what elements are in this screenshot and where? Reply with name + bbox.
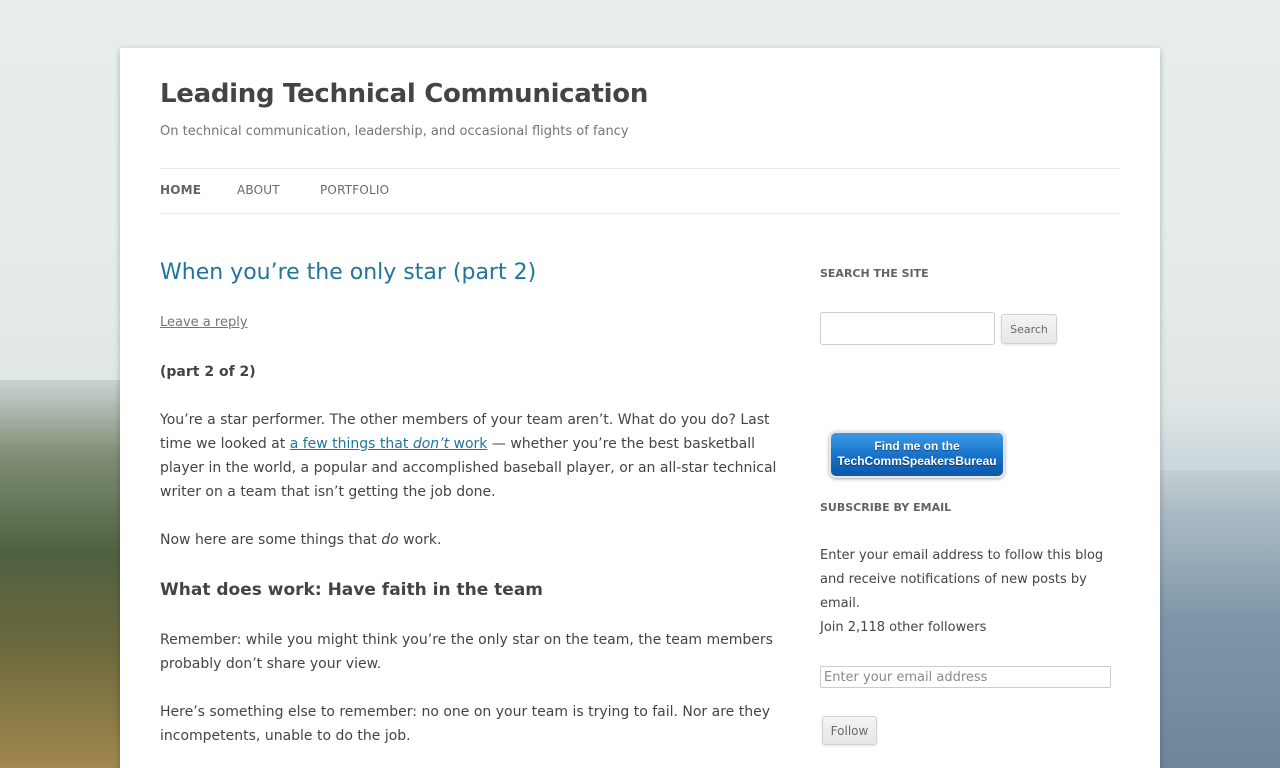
speakers-bureau-badge[interactable]: Find me on the TechCommSpeakersBureau [829, 431, 1005, 478]
post-title[interactable]: When you’re the only star (part 2) [160, 260, 536, 285]
post-paragraph-3: Remember: while you might think you’re t… [160, 632, 773, 672]
nav-item-home[interactable]: Home [160, 183, 201, 197]
site-title[interactable]: Leading Technical Communication [160, 79, 648, 109]
few-things-link-emphasis: don’t [412, 436, 450, 452]
search-input[interactable] [820, 312, 995, 345]
badge-line-1: Find me on the [874, 439, 960, 453]
few-things-link[interactable]: a few things that don’t work [290, 436, 488, 452]
post-content: (part 2 of 2) You’re a star performer. T… [160, 360, 784, 768]
nav-item-about[interactable]: About [237, 183, 280, 197]
subscribe-widget-title: Subscribe by email [820, 501, 952, 514]
post-paragraph-4: Here’s something else to remember: no on… [160, 704, 770, 744]
post-section-heading: What does work: Have faith in the team [160, 580, 544, 600]
email-field[interactable] [820, 666, 1111, 688]
background-hills [0, 380, 130, 768]
background-sea [1150, 470, 1280, 768]
subscribe-description: Enter your email address to follow this … [820, 548, 1104, 611]
follow-button[interactable]: Follow [822, 716, 877, 745]
leave-reply-link[interactable]: Leave a reply [160, 315, 248, 330]
few-things-link-end: work [449, 436, 488, 452]
post-p2-text: Now here are some things that [160, 532, 382, 548]
post-paragraph-1: You’re a star performer. The other membe… [160, 408, 784, 504]
post-p2-emphasis: do [381, 532, 399, 548]
main-navigation: Home About Portfolio [160, 168, 1120, 214]
site-description: On technical communication, leadership, … [160, 124, 629, 139]
post-p2-text-end: work. [398, 532, 442, 548]
post-part-label: (part 2 of 2) [160, 364, 256, 380]
badge-line-2: TechCommSpeakersBureau [837, 454, 997, 468]
followers-count: Join 2,118 other followers [820, 620, 987, 635]
search-widget-title: Search the site [820, 267, 929, 280]
page-container: Leading Technical Communication On techn… [120, 48, 1160, 768]
post-paragraph-2: Now here are some things that do work. [160, 528, 784, 552]
search-button[interactable]: Search [1001, 314, 1057, 344]
few-things-link-text: a few things that [289, 436, 413, 452]
nav-item-portfolio[interactable]: Portfolio [320, 183, 389, 197]
